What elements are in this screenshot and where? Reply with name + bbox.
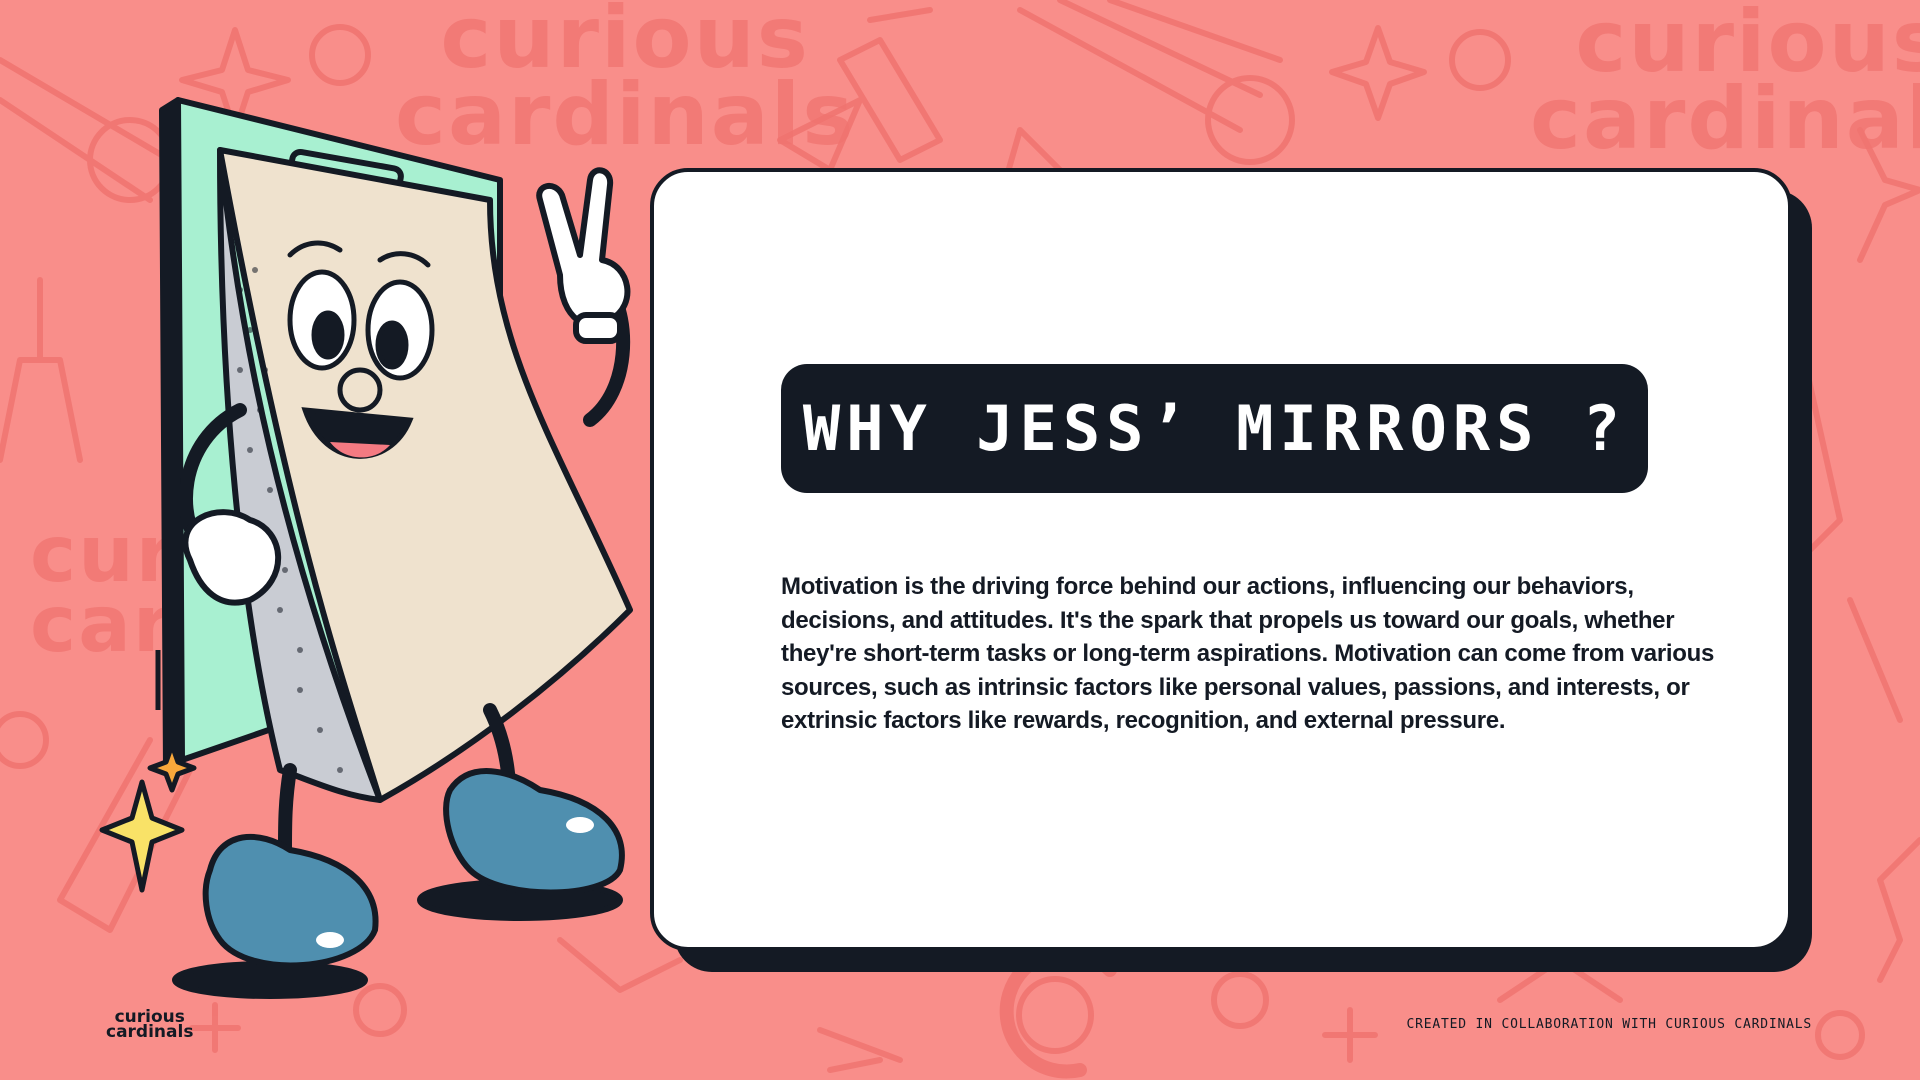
clipboard-mascot-icon — [99, 97, 633, 999]
content-card — [650, 168, 1792, 951]
footer-credit: CREATED IN COLLABORATION WITH CURIOUS CA… — [1406, 1017, 1812, 1032]
sparkle-star-icon — [99, 779, 185, 893]
sparkle-doodle-icon — [1329, 25, 1427, 121]
title-banner: WHY JESS’ MIRRORS ? — [781, 364, 1648, 493]
right-shoe — [443, 768, 625, 896]
slide-body-text: Motivation is the driving force behind o… — [781, 573, 1715, 734]
peace-sign-hand-icon — [536, 167, 631, 329]
watermark-line-2: cardinals — [1530, 69, 1920, 170]
footer-logo-line-2: cardinals — [106, 1022, 194, 1043]
slide-title: WHY JESS’ MIRRORS ? — [802, 392, 1627, 465]
footer-logo: curious cardinals — [106, 1008, 194, 1043]
left-shoe — [202, 834, 379, 969]
watermark-logo: curious cardinals — [1530, 0, 1920, 170]
